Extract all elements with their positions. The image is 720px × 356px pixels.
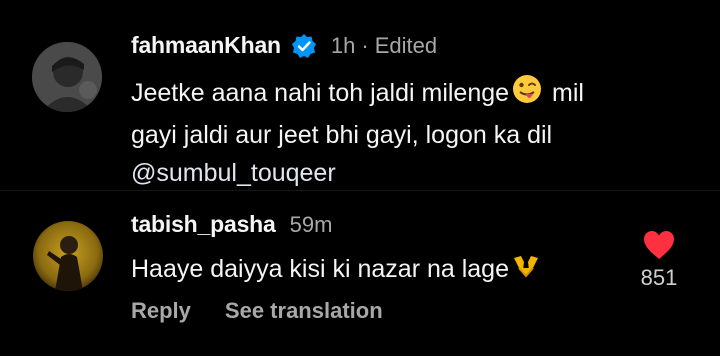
like-control: 851 [630,229,688,291]
edited-label: Edited [374,32,438,58]
avatar-image [33,221,103,291]
see-translation-button[interactable]: See translation [225,298,383,324]
comment-text-line: mil [545,79,584,108]
comment-1: fahmaanKhan 1h · Edited Jeetke aana nahi… [0,0,720,190]
comment-text-line: Jeetke aana nahi toh jaldi milenge [131,79,510,108]
avatar[interactable] [33,221,103,291]
username[interactable]: fahmaanKhan [131,32,281,59]
verified-badge-icon [291,33,317,59]
avatar-image [32,42,102,112]
like-count: 851 [640,265,678,290]
comment-header: fahmaanKhan 1h · Edited [131,32,437,59]
separator: · [361,32,369,58]
comment-text-line: Haaye daiyya kisi ki nazar na lage [131,255,509,283]
timestamp: 1h [330,32,356,58]
timestamp: 59m [289,211,333,237]
heart-icon[interactable] [630,229,688,261]
reply-button[interactable]: Reply [131,298,191,324]
comment-text: Jeetke aana nahi toh jaldi milenge mil g… [131,73,584,192]
comment-2: tabish_pasha 59m Haaye daiyya kisi ki na… [0,191,720,356]
raised-hands-icon [511,251,541,289]
comment-header: tabish_pasha 59m [131,211,332,238]
comment-actions: Reply See translation [131,298,383,324]
winking-tongue-face-icon [511,73,543,116]
comment-text-line: gayi jaldi aur jeet bhi gayi, logon ka d… [131,121,553,149]
comment-text: Haaye daiyya kisi ki nazar na lage [131,250,543,289]
username[interactable]: tabish_pasha [131,211,276,238]
avatar[interactable] [32,42,102,112]
mention-link[interactable]: @sumbul_touqeer [131,154,584,192]
